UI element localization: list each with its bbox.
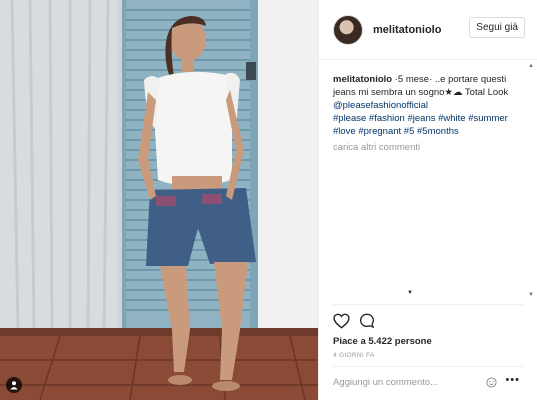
post-photo[interactable] <box>0 0 318 400</box>
scroll-down-arrow[interactable]: ▼ <box>528 292 534 298</box>
hashtag-link[interactable]: #please <box>333 113 366 124</box>
hashtag-link[interactable]: #white <box>438 113 465 124</box>
hashtag-link[interactable]: #5 <box>404 126 415 137</box>
smiley-icon[interactable] <box>486 375 497 393</box>
hashtag-link[interactable]: #5months <box>417 126 459 137</box>
caption-username[interactable]: melitatoniolo <box>333 74 392 85</box>
action-bar <box>333 313 375 334</box>
person-icon[interactable] <box>6 377 22 393</box>
post-header: melitatoniolo Segui già <box>319 0 537 60</box>
hashtag-link[interactable]: #summer <box>468 113 508 124</box>
photo-illustration <box>0 0 318 400</box>
load-more-comments-link[interactable]: carica altri commenti <box>333 141 519 154</box>
mention-link[interactable]: @pleasefashionofficial <box>333 100 428 111</box>
more-options-button[interactable]: ••• <box>505 374 520 386</box>
timestamp[interactable]: 4 GIORNI FA <box>333 352 375 359</box>
speech-bubble-icon[interactable] <box>359 313 375 334</box>
comment-input[interactable] <box>333 376 483 388</box>
post-panel: melitatoniolo Segui già melitatoniolo ·5… <box>318 0 537 400</box>
hashtag-link[interactable]: #love <box>333 126 356 137</box>
scroll-indicator-icon: ▼ <box>407 290 413 296</box>
divider <box>333 304 523 305</box>
hashtag-link[interactable]: #pregnant <box>358 126 401 137</box>
comment-box: ••• <box>333 371 523 393</box>
caption: melitatoniolo ·5 mese· ..e portare quest… <box>333 73 519 154</box>
divider <box>333 366 523 367</box>
follow-button[interactable]: Segui già <box>469 17 525 38</box>
hashtag-link[interactable]: #fashion <box>369 113 405 124</box>
username[interactable]: melitatoniolo <box>373 24 441 36</box>
scroll-up-arrow[interactable]: ▲ <box>528 63 534 69</box>
likes-count[interactable]: Piace a 5.422 persone <box>333 336 432 347</box>
heart-outline-icon[interactable] <box>333 313 350 334</box>
hashtag-link[interactable]: #jeans <box>407 113 435 124</box>
avatar[interactable] <box>333 14 363 45</box>
